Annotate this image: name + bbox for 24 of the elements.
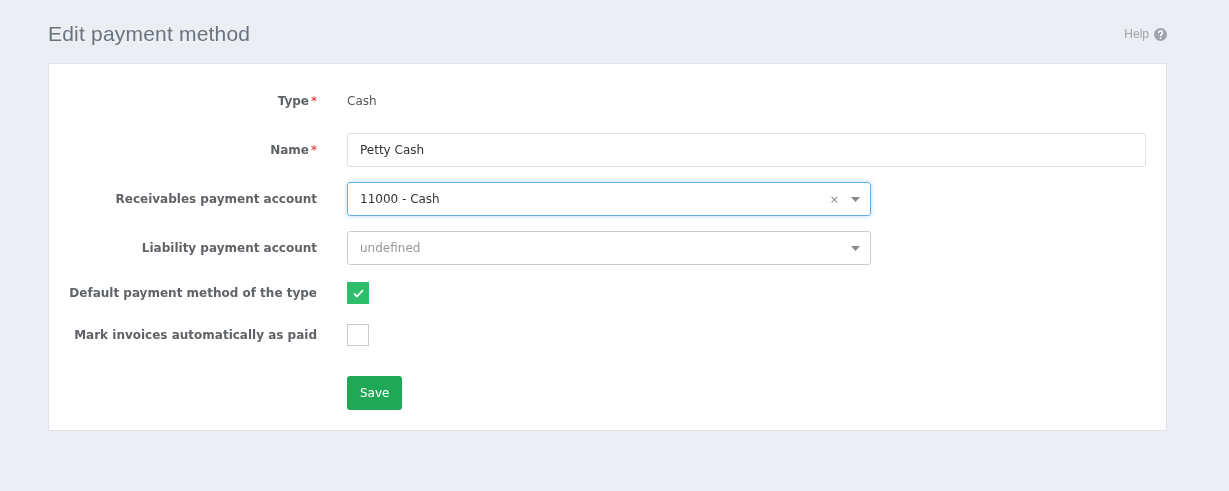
required-mark: *	[311, 143, 317, 157]
field-label: Name	[270, 143, 309, 157]
save-button[interactable]: Save	[347, 376, 403, 410]
check-icon	[352, 288, 364, 298]
type-value: Cash	[347, 94, 377, 108]
clear-button[interactable]: ×	[829, 192, 839, 206]
field-label: Receivables payment account	[115, 192, 317, 206]
select-placeholder: undefined	[360, 241, 422, 255]
account-select[interactable]: 11000 - Cash ×	[347, 182, 871, 216]
name-field[interactable]: Petty Cash	[347, 133, 1146, 167]
field-label: Liability payment account	[141, 241, 317, 255]
field-label: Default payment method of the type	[69, 286, 317, 300]
field-label: Mark invoices automatically as paid	[74, 328, 317, 342]
help-icon	[1154, 27, 1167, 41]
checkbox[interactable]	[347, 324, 369, 346]
caret-icon	[851, 196, 860, 202]
checkbox[interactable]	[347, 282, 369, 304]
help-link[interactable]: Help	[1124, 27, 1167, 41]
caret-icon	[851, 245, 860, 251]
field-label: Type	[277, 94, 309, 108]
required-mark: *	[311, 94, 317, 108]
page-title: Edit payment method	[48, 22, 251, 46]
account-select[interactable]: undefined	[347, 231, 871, 265]
select-value: 11000 - Cash	[360, 192, 441, 206]
